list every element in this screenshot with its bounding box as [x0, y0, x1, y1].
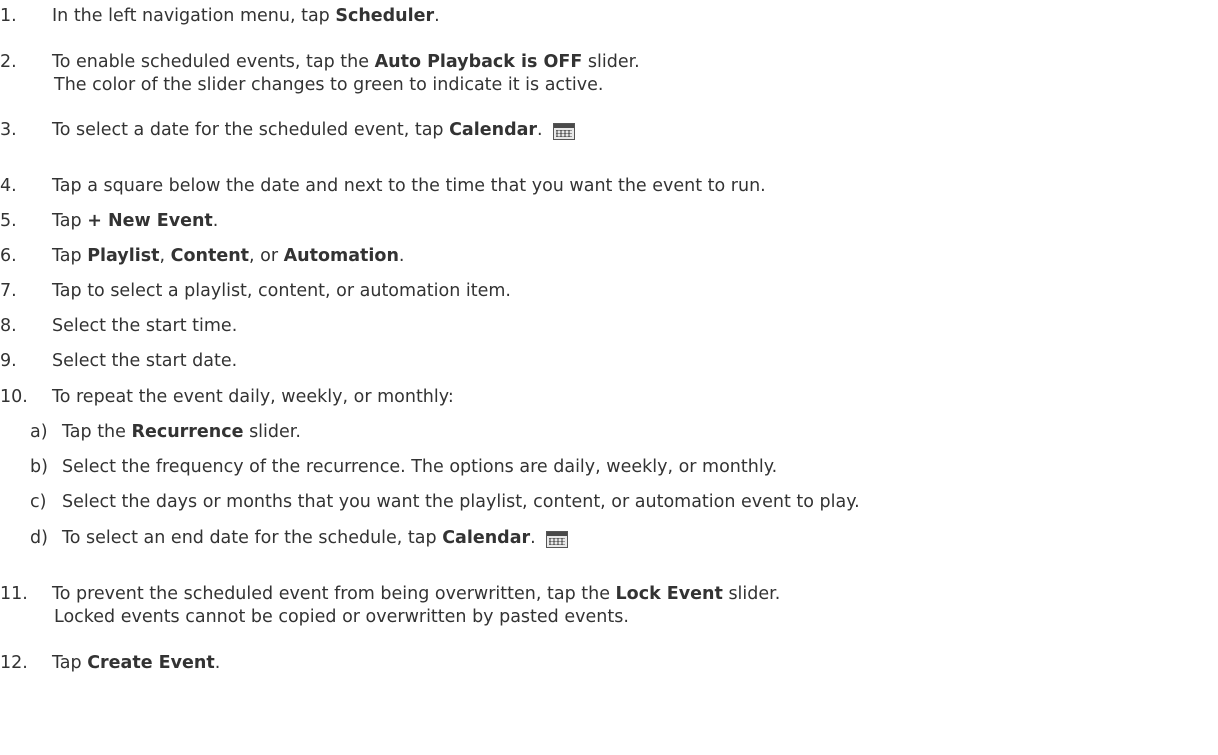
- ui-term: Calendar: [442, 528, 531, 548]
- substep-b: b) Select the frequency of the recurrence…: [30, 457, 778, 477]
- step-number: 3.: [0, 120, 17, 140]
- step-10: 10. To repeat the event daily, weekly, or…: [0, 387, 454, 407]
- substep-letter: b): [30, 457, 48, 477]
- step-number: 1.: [0, 6, 17, 26]
- substep-letter: a): [30, 422, 48, 442]
- step-number: 4.: [0, 176, 17, 196]
- step-2-note: The color of the slider changes to green…: [54, 75, 604, 95]
- step-11: 11. To prevent the scheduled event from b…: [0, 584, 781, 604]
- calendar-icon: [545, 531, 568, 548]
- step-7: 7. Tap to select a playlist, content, or …: [0, 281, 511, 301]
- ui-term: Create Event: [87, 653, 215, 673]
- ui-term: Lock Event: [615, 584, 723, 604]
- step-number: 12.: [0, 653, 28, 673]
- substep-letter: d): [30, 528, 48, 548]
- substep-letter: c): [30, 492, 47, 512]
- step-number: 8.: [0, 316, 17, 336]
- step-number: 7.: [0, 281, 17, 301]
- ui-term: Calendar: [449, 120, 538, 140]
- ui-term: Automation: [283, 246, 399, 266]
- substep-a: a) Tap the Recurrence slider.: [30, 422, 301, 442]
- ui-term: Content: [170, 246, 250, 266]
- step-9: 9. Select the start date.: [0, 351, 238, 371]
- step-11-note: Locked events cannot be copied or overwr…: [54, 607, 629, 627]
- step-5: 5. Tap + New Event.: [0, 211, 219, 231]
- ui-term: Recurrence: [131, 422, 244, 442]
- step-8: 8. Select the start time.: [0, 316, 238, 336]
- step-6: 6. Tap Playlist, Content, or Automation.: [0, 246, 405, 266]
- step-number: 10.: [0, 387, 28, 407]
- step-4: 4. Tap a square below the date and next t…: [0, 176, 766, 196]
- calendar-icon: [552, 123, 575, 140]
- step-number: 11.: [0, 584, 28, 604]
- substep-d: d) To select an end date for the schedule…: [30, 527, 568, 549]
- ui-term: Scheduler: [335, 6, 435, 26]
- step-3: 3. To select a date for the scheduled eve…: [0, 119, 575, 141]
- ui-term: + New Event: [87, 211, 213, 231]
- step-number: 2.: [0, 52, 17, 72]
- step-1: 1. In the left navigation menu, tap Sched…: [0, 6, 440, 26]
- step-12: 12. Tap Create Event.: [0, 653, 221, 673]
- step-number: 9.: [0, 351, 17, 371]
- step-number: 5.: [0, 211, 17, 231]
- step-number: 6.: [0, 246, 17, 266]
- ui-term: Playlist: [87, 246, 160, 266]
- ui-term: Auto Playback is OFF: [374, 52, 583, 72]
- substep-c: c) Select the days or months that you wan…: [30, 492, 860, 512]
- step-2: 2. To enable scheduled events, tap the Au…: [0, 52, 640, 72]
